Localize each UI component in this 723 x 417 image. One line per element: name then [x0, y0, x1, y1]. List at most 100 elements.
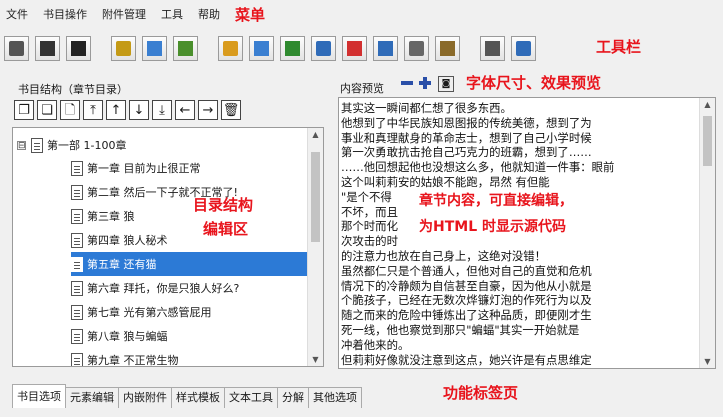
open-folder-button[interactable] — [35, 35, 60, 61]
preview-title: 内容预览 — [340, 82, 384, 95]
scroll-down-icon[interactable]: ▼ — [703, 357, 712, 366]
zoom-in-icon[interactable] — [418, 76, 432, 90]
book-export-button[interactable] — [142, 35, 167, 61]
content-line: 其实这一瞬间都仁想了很多东西。 — [341, 101, 512, 115]
tab-item[interactable]: 分解 — [277, 387, 309, 408]
tree-root-node[interactable]: ⊟ 第一部 1-100章 — [17, 134, 126, 156]
move-left-icon: ← — [179, 102, 191, 118]
tree-chapter-label: 第一章 目前为止很正常 — [87, 162, 201, 175]
content-line: 随之而来的危险中锤炼出了这种品质，即便刚才生 — [341, 308, 592, 323]
menu-book-ops[interactable]: 书目操作 — [43, 6, 87, 22]
move-top-button[interactable]: ⤒ — [83, 100, 103, 120]
move-down-icon: ↓ — [133, 102, 145, 118]
document-icon — [71, 304, 83, 320]
tree-chapter-label: 第三章 狼 — [87, 210, 135, 223]
tree-scrollbar[interactable]: ▲ ▼ — [307, 128, 323, 366]
scroll-down-icon[interactable]: ▼ — [311, 355, 320, 364]
content-scrollbar[interactable]: ▲ ▼ — [699, 98, 715, 368]
tree-chapter-item[interactable]: 第五章 还有猫 — [71, 252, 309, 276]
zoom-out-icon[interactable] — [400, 76, 414, 90]
tree-chapter-item[interactable]: 第一章 目前为止很正常 — [71, 156, 201, 180]
paste-icon: ❏ — [41, 102, 53, 118]
tab-item[interactable]: 内嵌附件 — [118, 387, 172, 408]
move-right-icon: → — [202, 102, 214, 118]
tab-item[interactable]: 元素编辑 — [65, 387, 119, 408]
book-properties-icon — [116, 40, 131, 56]
tree-chapter-label: 第六章 拜托，你是只狼人好么? — [87, 282, 240, 295]
tab-item[interactable]: 样式模板 — [171, 387, 225, 408]
menu-tools[interactable]: 工具 — [161, 6, 183, 22]
paragraph-format-button[interactable] — [373, 35, 398, 61]
paste-button[interactable]: ❏ — [37, 100, 57, 120]
content-line: 的注意力也放在自己身上，这绝对没错！ — [341, 249, 547, 263]
new-document-button[interactable] — [4, 35, 29, 61]
content-scroll-thumb[interactable] — [703, 116, 712, 166]
open-folder-icon — [40, 40, 55, 56]
content-line: 冲着他来的。 — [341, 337, 410, 352]
html-code-button[interactable] — [511, 35, 536, 61]
book-import-icon — [178, 40, 193, 56]
list-arrow-button[interactable] — [280, 35, 305, 61]
document-icon — [71, 232, 83, 248]
move-right-button[interactable]: → — [198, 100, 218, 120]
move-up-button[interactable]: ↑ — [106, 100, 126, 120]
chapter-tree[interactable]: ⊟ 第一部 1-100章 第一章 目前为止很正常 第二章 然后一下子就不正常了! 第… — [12, 127, 324, 367]
move-bottom-button[interactable]: ⤓ — [152, 100, 172, 120]
content-line: 事业和真理献身的革命志士，想到了自己小学时候 — [341, 130, 592, 145]
content-line: "是个不得 — [341, 189, 392, 204]
tree-chapter-label: 第八章 狼与蝙蝠 — [87, 330, 168, 343]
tab-item[interactable]: 其他选项 — [308, 387, 362, 408]
trash-button[interactable]: 🗑 — [221, 100, 241, 120]
move-bottom-icon: ⤓ — [159, 102, 165, 118]
tree-panel-title: 书目结构（章节目录） — [18, 83, 128, 96]
content-line: 情况下的冷静颇为自信甚至自豪，因为他从小就是 — [341, 278, 592, 293]
move-left-button[interactable]: ← — [175, 100, 195, 120]
tree-chapter-item[interactable]: 第三章 狼 — [71, 204, 135, 228]
align-columns-icon — [223, 40, 238, 56]
collapse-icon[interactable]: ⊟ — [17, 140, 26, 150]
align-columns-button[interactable] — [218, 35, 243, 61]
tree-chapter-label: 第九章 不正常生物 — [87, 354, 179, 367]
content-line: 虽然都仁只是个普通人，但他对自己的直觉和危机 — [341, 263, 592, 278]
content-line: 第一次勇敢抗击抢自己巧克力的班霸，想到了…… — [341, 145, 592, 160]
document-icon — [31, 137, 43, 153]
menu-help[interactable]: 帮助 — [198, 6, 220, 22]
align-center-button[interactable] — [342, 35, 367, 61]
new-page-button[interactable]: 🗋 — [60, 100, 80, 120]
chart-bars-button[interactable] — [249, 35, 274, 61]
chart-bars-icon — [254, 40, 269, 56]
preview-effect-icon[interactable]: ◙ — [438, 76, 454, 92]
tree-toolbar: ❐ ❏ 🗋 ⤒ ↑ ↓ ⤓ ← → 🗑 — [14, 100, 244, 120]
move-down-button[interactable]: ↓ — [129, 100, 149, 120]
tab-item[interactable]: 文本工具 — [224, 387, 278, 408]
tree-chapter-label: 第五章 还有猫 — [87, 258, 157, 271]
chapter-content-editor[interactable]: 其实这一瞬间都仁想了很多东西。 他想到了中华民族知恩图报的传统美德，想到了为 事业和… — [338, 97, 716, 369]
book-properties-button[interactable] — [111, 35, 136, 61]
image-insert-button[interactable] — [435, 35, 460, 61]
scroll-up-icon[interactable]: ▲ — [311, 130, 320, 139]
document-icon — [71, 256, 83, 272]
tree-scroll-thumb[interactable] — [311, 152, 320, 242]
text-style-icon — [409, 40, 424, 56]
copy-button[interactable]: ❐ — [14, 100, 34, 120]
tree-chapter-item[interactable]: 第九章 不正常生物 — [71, 348, 179, 367]
content-line: ……他回想起他也没想这么多，他就知道一件事：眼前 — [341, 160, 615, 175]
menu-attachments[interactable]: 附件管理 — [102, 6, 146, 22]
content-line: 但莉莉好像就没注意到这点，她兴许是有点思维定 — [341, 352, 592, 367]
tree-chapter-item[interactable]: 第七章 光有第六感管屁用 — [71, 300, 212, 324]
book-import-button[interactable] — [173, 35, 198, 61]
tree-chapter-item[interactable]: 第八章 狼与蝙蝠 — [71, 324, 168, 348]
tree-chapter-item[interactable]: 第六章 拜托，你是只狼人好么? — [71, 276, 239, 300]
list-indent-button[interactable] — [311, 35, 336, 61]
toolbar — [4, 33, 542, 63]
menu-file[interactable]: 文件 — [6, 6, 28, 22]
document-icon — [71, 328, 83, 344]
tab-item[interactable]: 书目选项 — [12, 384, 66, 408]
tree-chapter-item[interactable]: 第四章 狼人秘术 — [71, 228, 168, 252]
copy-pages-icon — [485, 40, 500, 56]
toolbar-annotation: 工具栏 — [596, 38, 642, 56]
save-button[interactable] — [66, 35, 91, 61]
scroll-up-icon[interactable]: ▲ — [703, 100, 712, 109]
text-style-button[interactable] — [404, 35, 429, 61]
copy-pages-button[interactable] — [480, 35, 505, 61]
